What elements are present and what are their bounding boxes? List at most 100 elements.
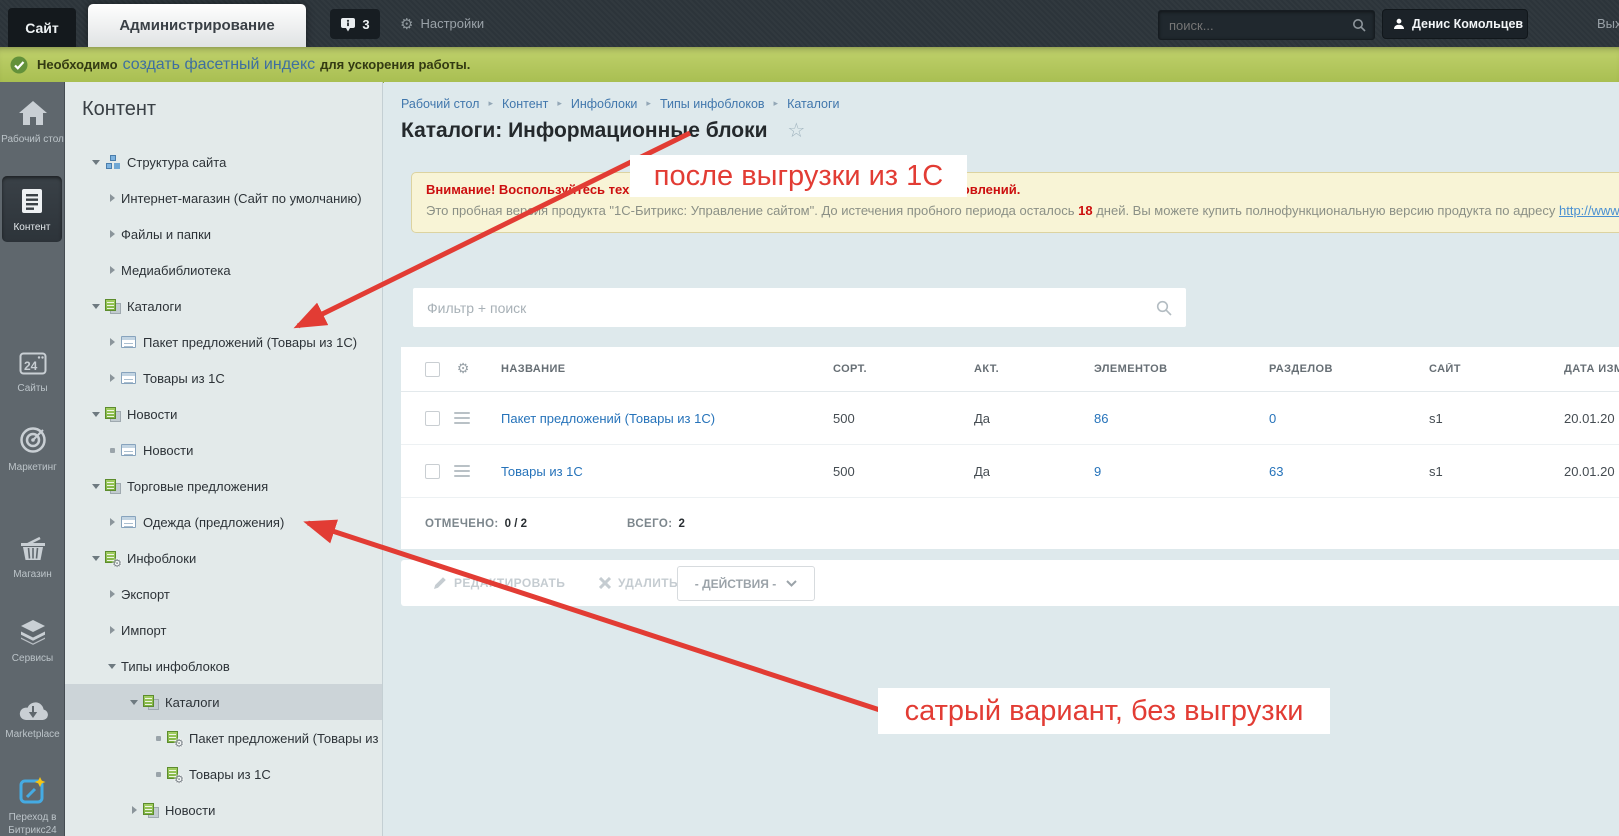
expand-toggle[interactable]	[103, 194, 121, 202]
breadcrumb-link[interactable]: Инфоблоки	[571, 97, 638, 111]
collapse-toggle[interactable]	[87, 555, 105, 561]
tree-item-news-group[interactable]: Новости	[65, 396, 382, 432]
target-icon	[0, 426, 65, 458]
sidebar-item-content[interactable]: Контент	[2, 176, 62, 242]
bitrix-admin-window: Сайт Администрирование 3 ⚙ Настройки Ден…	[0, 0, 1619, 836]
col-sort[interactable]: СОРТ.	[817, 363, 958, 375]
days-left: 18	[1078, 203, 1093, 218]
tree-item-files-folders[interactable]: Файлы и папки	[65, 216, 382, 252]
expand-toggle[interactable]	[103, 590, 121, 598]
tab-administration[interactable]: Администрирование	[88, 4, 306, 47]
collapse-toggle[interactable]	[125, 699, 143, 705]
sidebar-item-marketplace[interactable]: Marketplace	[0, 699, 65, 741]
sidebar-item-bitrix24[interactable]: Переход в Битрикс24	[0, 776, 65, 836]
collapse-toggle[interactable]	[87, 411, 105, 417]
infoblock-table-icon	[121, 442, 137, 458]
logout-link[interactable]: Выход	[1597, 0, 1619, 47]
edit-button[interactable]: РЕДАКТИРОВАТЬ	[433, 560, 565, 606]
action-bar: РЕДАКТИРОВАТЬ УДАЛИТЬ - ДЕЙСТВИЯ -	[401, 560, 1619, 606]
table-settings-gear-icon[interactable]: ⚙	[441, 361, 485, 377]
infoblock-link[interactable]: Пакет предложений (Товары из 1С)	[501, 411, 715, 426]
tree-item-offers-package[interactable]: Пакет предложений (Товары из 1С)	[65, 324, 382, 360]
expand-toggle[interactable]	[103, 626, 121, 634]
user-menu-button[interactable]: Денис Комольцев	[1382, 9, 1528, 39]
tree-item-news[interactable]: Новости	[65, 432, 382, 468]
buy-link[interactable]: http://www	[1559, 203, 1619, 218]
tree-item-clothes-offers[interactable]: Одежда (предложения)	[65, 504, 382, 540]
tree-item-label: Торговые предложения	[127, 478, 269, 494]
collapse-toggle[interactable]	[103, 663, 121, 669]
breadcrumb-link[interactable]: Типы инфоблоков	[660, 97, 765, 111]
row-checkbox[interactable]	[425, 410, 440, 426]
tree-item-media-library[interactable]: Медиабиблиотека	[65, 252, 382, 288]
tree-item-infoblock-types[interactable]: Типы инфоблоков	[65, 648, 382, 684]
col-sections[interactable]: РАЗДЕЛОВ	[1253, 363, 1413, 375]
create-facet-index-link[interactable]: создать фасетный индекс	[123, 56, 316, 74]
sidebar-item-shop[interactable]: Магазин	[0, 536, 65, 581]
sidebar-item-marketing[interactable]: Маркетинг	[0, 426, 65, 474]
col-active[interactable]: АКТ.	[958, 363, 1078, 375]
breadcrumb-link[interactable]: Каталоги	[787, 97, 839, 111]
tree-item-internet-shop[interactable]: Интернет-магазин (Сайт по умолчанию)	[65, 180, 382, 216]
alert-prefix: Необходимо	[37, 57, 118, 72]
tree-item-products-1c[interactable]: Товары из 1С	[65, 360, 382, 396]
tree-item-import[interactable]: Импорт	[65, 612, 382, 648]
row-checkbox[interactable]	[425, 463, 440, 479]
elements-count-link[interactable]: 86	[1094, 411, 1108, 426]
checked-label: ОТМЕЧЕНО:	[425, 517, 499, 530]
filter-input[interactable]	[413, 299, 1156, 316]
favorite-star-icon[interactable]: ☆	[787, 118, 805, 142]
expand-toggle[interactable]	[125, 806, 143, 814]
search-icon[interactable]	[1156, 300, 1172, 316]
select-all-checkbox[interactable]	[425, 361, 440, 377]
tab-site[interactable]: Сайт	[8, 8, 76, 47]
tree-item-trade-offers[interactable]: Торговые предложения	[65, 468, 382, 504]
col-site[interactable]: САЙТ	[1413, 363, 1548, 375]
breadcrumb-link[interactable]: Рабочий стол	[401, 97, 479, 111]
breadcrumb-link[interactable]: Контент	[502, 97, 548, 111]
col-name[interactable]: НАЗВАНИЕ	[485, 363, 817, 375]
sections-count-link[interactable]: 0	[1269, 411, 1276, 426]
annotation-old-variant: сатрый вариант, без выгрузки	[878, 688, 1330, 734]
col-date[interactable]: ДАТА ИЗМ.	[1548, 363, 1619, 375]
row-menu-icon[interactable]	[454, 412, 470, 424]
breadcrumb-separator: ▸	[488, 99, 493, 109]
sidebar-item-sites[interactable]: 24 Сайты	[0, 352, 65, 395]
infoblock-stack-icon	[143, 694, 159, 710]
tree-item-label: Товары из 1С	[189, 766, 271, 782]
collapse-toggle[interactable]	[87, 483, 105, 489]
infoblock-stack-icon	[105, 298, 121, 314]
tree-item-offers-package-type[interactable]: Пакет предложений (Товары из 1С)	[65, 720, 382, 756]
tree-item-news-type[interactable]: Новости	[65, 792, 382, 828]
col-elements[interactable]: ЭЛЕМЕНТОВ	[1078, 363, 1253, 375]
infoblock-link[interactable]: Товары из 1С	[501, 464, 583, 479]
tree-item-export[interactable]: Экспорт	[65, 576, 382, 612]
tree-item-catalogs-type-selected[interactable]: Каталоги	[65, 684, 382, 720]
collapse-toggle[interactable]	[87, 303, 105, 309]
delete-button[interactable]: УДАЛИТЬ	[599, 560, 678, 606]
sidebar-item-services[interactable]: Сервисы	[0, 619, 65, 665]
elements-count-link[interactable]: 9	[1094, 464, 1101, 479]
breadcrumb-separator: ▸	[557, 99, 562, 109]
total-label: ВСЕГО:	[627, 517, 673, 530]
tree-item-site-structure[interactable]: Структура сайта	[65, 144, 382, 180]
collapse-toggle[interactable]	[87, 159, 105, 165]
search-icon[interactable]	[1352, 18, 1366, 32]
row-menu-icon[interactable]	[454, 465, 470, 477]
tree-item-catalogs[interactable]: Каталоги	[65, 288, 382, 324]
expand-toggle[interactable]	[103, 518, 121, 526]
expand-toggle[interactable]	[103, 266, 121, 274]
tree-item-infoblocks[interactable]: Инфоблоки	[65, 540, 382, 576]
expand-toggle[interactable]	[103, 338, 121, 346]
notifications-button[interactable]: 3	[330, 9, 380, 39]
sidebar-item-desktop[interactable]: Рабочий стол	[0, 100, 65, 146]
tree-item-products-1c-type[interactable]: Товары из 1С	[65, 756, 382, 792]
pencil-icon	[433, 576, 447, 590]
actions-dropdown[interactable]: - ДЕЙСТВИЯ -	[677, 566, 815, 601]
search-input[interactable]	[1159, 17, 1352, 33]
expand-toggle[interactable]	[103, 374, 121, 382]
expand-toggle[interactable]	[103, 230, 121, 238]
sections-count-link[interactable]: 63	[1269, 464, 1283, 479]
settings-button[interactable]: ⚙ Настройки	[400, 0, 484, 47]
actions-dropdown-label: - ДЕЙСТВИЯ -	[694, 576, 777, 591]
